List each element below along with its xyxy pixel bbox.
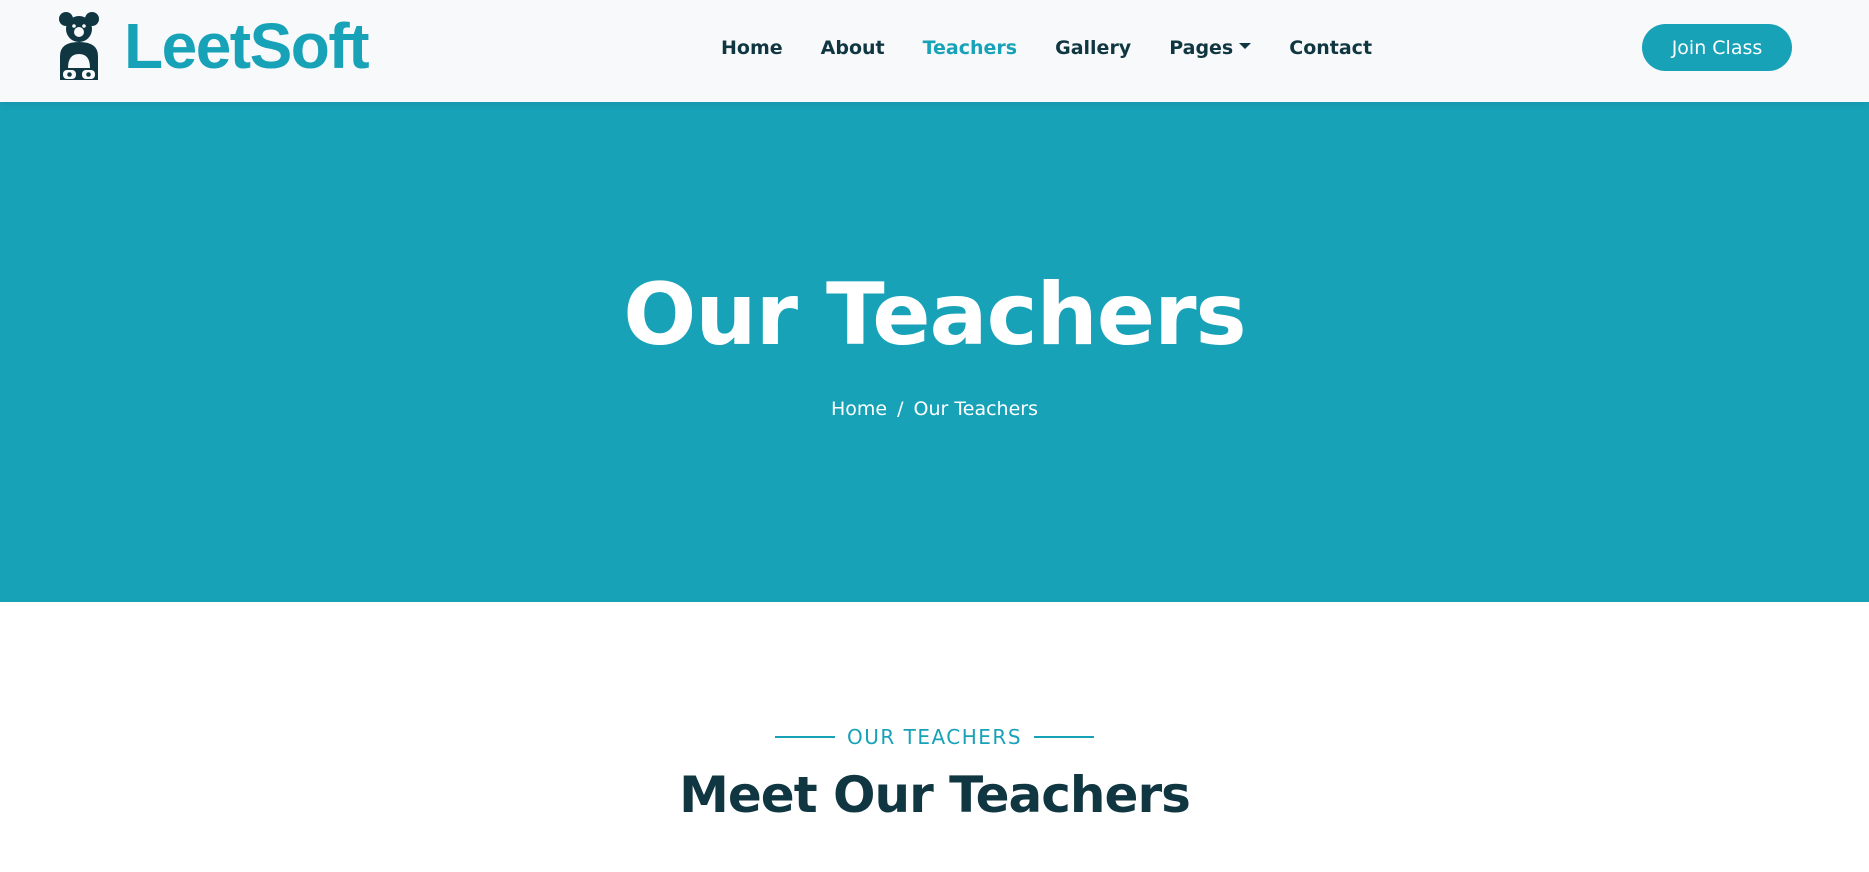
brand-name: LeetSoft xyxy=(124,10,370,82)
brand-logo-link[interactable]: LeetSoft xyxy=(54,10,370,82)
join-class-button[interactable]: Join Class xyxy=(1642,24,1792,71)
nav-gallery[interactable]: Gallery xyxy=(1055,37,1131,59)
teddy-bear-icon xyxy=(54,10,104,82)
navbar: LeetSoft Home About Teachers Gallery Pag… xyxy=(0,0,1869,102)
breadcrumb-separator: / xyxy=(897,398,904,420)
nav-home[interactable]: Home xyxy=(721,37,783,59)
breadcrumb: Home / Our Teachers xyxy=(0,398,1869,420)
nav-contact[interactable]: Contact xyxy=(1289,37,1372,59)
section-title: Meet Our Teachers xyxy=(679,766,1191,824)
section-label: OUR TEACHERS xyxy=(0,725,1869,749)
page-title: Our Teachers xyxy=(623,265,1246,365)
breadcrumb-home-link[interactable]: Home xyxy=(831,398,887,420)
nav-pages-dropdown[interactable]: Pages xyxy=(1169,37,1252,59)
nav-pages-label: Pages xyxy=(1169,37,1234,59)
nav-about[interactable]: About xyxy=(821,37,885,59)
caret-down-icon xyxy=(1239,43,1252,49)
nav-teachers[interactable]: Teachers xyxy=(923,37,1018,59)
breadcrumb-current: Our Teachers xyxy=(913,398,1038,420)
section-label-text: OUR TEACHERS xyxy=(846,725,1023,749)
label-divider-right xyxy=(1034,736,1095,738)
page-header-hero: Our Teachers Home / Our Teachers xyxy=(0,102,1869,602)
label-divider-left xyxy=(774,736,835,738)
main-nav: Home About Teachers Gallery Pages Contac… xyxy=(712,30,1391,66)
